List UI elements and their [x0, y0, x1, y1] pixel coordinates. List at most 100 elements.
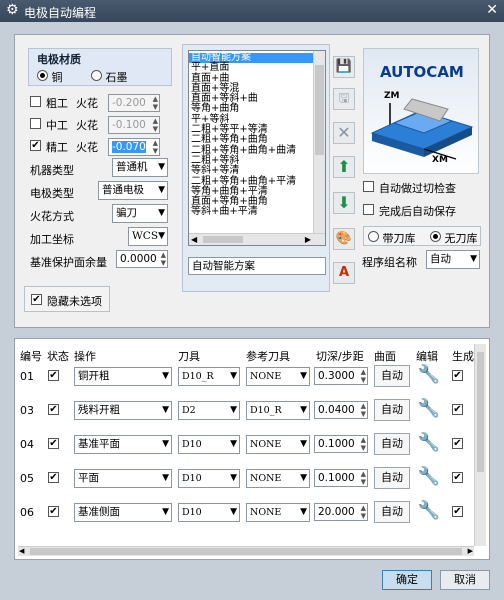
ref-tool-select[interactable]: NONE ▼ [246, 367, 310, 386]
protect-allowance-input[interactable]: 0.0000 ▲ ▼ [116, 250, 168, 268]
hide-unselected-label: 隐藏未选项 [47, 295, 102, 308]
operation-select[interactable]: 残料开粗 ▼ [74, 401, 172, 420]
wrench-icon[interactable]: 🔧 [414, 498, 444, 526]
arrow-down-icon[interactable]: ⬇ [333, 192, 355, 214]
ref-tool-select[interactable]: NONE ▼ [246, 503, 310, 522]
auto-save-checkbox[interactable] [363, 204, 374, 215]
wrench-icon[interactable]: 🔧 [414, 464, 444, 492]
step-input[interactable]: 0.3000 ▲ ▼ [314, 367, 368, 385]
material-copper-radio[interactable]: 铜 [37, 69, 63, 85]
material-title: 电极材质 [37, 53, 81, 66]
operation-select[interactable]: 铜开粗 ▼ [74, 367, 172, 386]
wrench-icon[interactable]: 🔧 [414, 430, 444, 458]
text-icon[interactable]: A [333, 262, 355, 284]
tool-select[interactable]: D10 ▼ [178, 503, 240, 522]
save-icon[interactable]: 💾 [333, 56, 355, 78]
arrow-up-icon[interactable]: ⬆ [333, 156, 355, 178]
palette-icon[interactable]: 🎨 [333, 228, 355, 250]
electrode-type-select[interactable]: 普通电极 ▼ [98, 181, 168, 200]
machine-type-label: 机器类型 [30, 164, 74, 177]
without-tool-lib-radio[interactable]: 无刀库 [430, 230, 478, 245]
chevron-down-icon: ▼ [158, 208, 165, 218]
surface-auto-button[interactable]: 自动 [374, 501, 410, 523]
window-title: 电极自动编程 [24, 6, 97, 20]
table-scroll-thumb[interactable] [477, 352, 484, 472]
fine-checkbox[interactable]: ✔ [30, 140, 41, 151]
row-generate-checkbox[interactable]: ✔ [452, 472, 463, 483]
scheme-list[interactable]: 自动智能方案 平+直面 直面+曲 直面+等混 直面+等斜+曲 等角+曲角 平+等斜 二粗+等平… [188, 50, 326, 246]
table-row: 05 ✔ 平面 ▼ D10 ▼ NONE ▼ 0.1000 ▲ ▼ 自动 🔧 ✔ [14, 464, 474, 496]
auto-save-label: 完成后自动保存 [379, 205, 456, 218]
electrode-preview: AUTOCAM ZM XM [363, 48, 479, 174]
work-coord-label: 加工坐标 [30, 233, 74, 246]
tool-select[interactable]: D10 ▼ [178, 435, 240, 454]
wrench-icon[interactable]: 🔧 [414, 362, 444, 390]
chevron-down-icon: ▼ [230, 371, 237, 381]
row-status-checkbox[interactable]: ✔ [48, 404, 59, 415]
row-status-checkbox[interactable]: ✔ [48, 472, 59, 483]
scheme-vertical-scrollbar[interactable] [313, 51, 325, 233]
row-number: 01 [20, 370, 34, 383]
scheme-list-item[interactable]: 等斜+曲+平清 [189, 207, 313, 217]
step-input[interactable]: 20.000 ▲ ▼ [314, 503, 368, 521]
tool-select[interactable]: D10_R ▼ [178, 367, 240, 386]
scheme-horizontal-scrollbar[interactable]: ◀ ▶ [189, 233, 325, 245]
operation-select[interactable]: 基准侧面 ▼ [74, 503, 172, 522]
step-input[interactable]: 0.1000 ▲ ▼ [314, 469, 368, 487]
machine-type-select[interactable]: 普通机 ▼ [112, 158, 168, 177]
surface-auto-button[interactable]: 自动 [374, 365, 410, 387]
tool-select[interactable]: D10 ▼ [178, 469, 240, 488]
group-name-label: 程序组名称 [362, 256, 417, 269]
ok-button[interactable]: 确定 [382, 570, 432, 590]
ref-tool-select[interactable]: D10_R ▼ [246, 401, 310, 420]
table-row: 06 ✔ 基准侧面 ▼ D10 ▼ NONE ▼ 20.000 ▲ ▼ 自动 🔧 ✔ [14, 498, 474, 530]
close-icon[interactable]: ✕ [486, 2, 498, 18]
chevron-down-icon: ▼ [230, 405, 237, 415]
step-input[interactable]: 0.1000 ▲ ▼ [314, 435, 368, 453]
medium-spark-label: 火花 [76, 119, 98, 132]
ref-tool-select[interactable]: NONE ▼ [246, 469, 310, 488]
medium-label: 中工 [46, 119, 68, 132]
table-horizontal-scrollbar[interactable]: ◀ ▶ [18, 546, 474, 556]
gear-icon[interactable]: ⚙ [6, 2, 19, 18]
row-status-checkbox[interactable]: ✔ [48, 438, 59, 449]
wrench-icon[interactable]: 🔧 [414, 396, 444, 424]
chevron-down-icon: ▼ [158, 185, 165, 195]
auto-overcut-checkbox[interactable] [363, 181, 374, 192]
row-generate-checkbox[interactable]: ✔ [452, 404, 463, 415]
cancel-button[interactable]: 取消 [440, 570, 490, 590]
ref-tool-select[interactable]: NONE ▼ [246, 435, 310, 454]
fine-spark-label: 火花 [76, 141, 98, 154]
row-generate-checkbox[interactable]: ✔ [452, 370, 463, 381]
scheme-name-input[interactable]: 自动智能方案 [188, 257, 326, 275]
save-as-icon[interactable]: 🖫 [333, 88, 355, 110]
with-tool-lib-radio[interactable]: 带刀库 [368, 230, 416, 245]
row-status-checkbox[interactable]: ✔ [48, 370, 59, 381]
row-generate-checkbox[interactable]: ✔ [452, 438, 463, 449]
step-input[interactable]: 0.0400 ▲ ▼ [314, 401, 368, 419]
rough-spark-label: 火花 [76, 97, 98, 110]
row-number: 03 [20, 404, 34, 417]
group-name-select[interactable]: 自动 ▼ [426, 250, 480, 269]
material-graphite-radio[interactable]: 石墨 [91, 69, 128, 85]
surface-auto-button[interactable]: 自动 [374, 399, 410, 421]
surface-auto-button[interactable]: 自动 [374, 433, 410, 455]
row-status-checkbox[interactable]: ✔ [48, 506, 59, 517]
work-coord-select[interactable]: WCS ▼ [128, 227, 168, 246]
surface-auto-button[interactable]: 自动 [374, 467, 410, 489]
scheme-scroll-thumb[interactable] [315, 65, 324, 155]
table-vertical-scrollbar[interactable] [474, 344, 486, 546]
operation-select[interactable]: 平面 ▼ [74, 469, 172, 488]
delete-icon[interactable]: ✕ [333, 122, 355, 144]
rough-spark-input[interactable]: -0.200 ▲ ▼ [108, 94, 160, 112]
row-generate-checkbox[interactable]: ✔ [452, 506, 463, 517]
fine-spark-input[interactable]: -0.070 ▲ ▼ [108, 138, 160, 156]
tool-select[interactable]: D2 ▼ [178, 401, 240, 420]
medium-spark-input[interactable]: -0.100 ▲ ▼ [108, 116, 160, 134]
medium-checkbox[interactable] [30, 118, 41, 129]
rough-checkbox[interactable] [30, 96, 41, 107]
spark-mode-select[interactable]: 骗刀 ▼ [112, 204, 168, 223]
operation-select[interactable]: 基准平面 ▼ [74, 435, 172, 454]
chevron-down-icon: ▼ [470, 254, 477, 264]
hide-unselected-checkbox[interactable]: ✔ [31, 294, 42, 305]
